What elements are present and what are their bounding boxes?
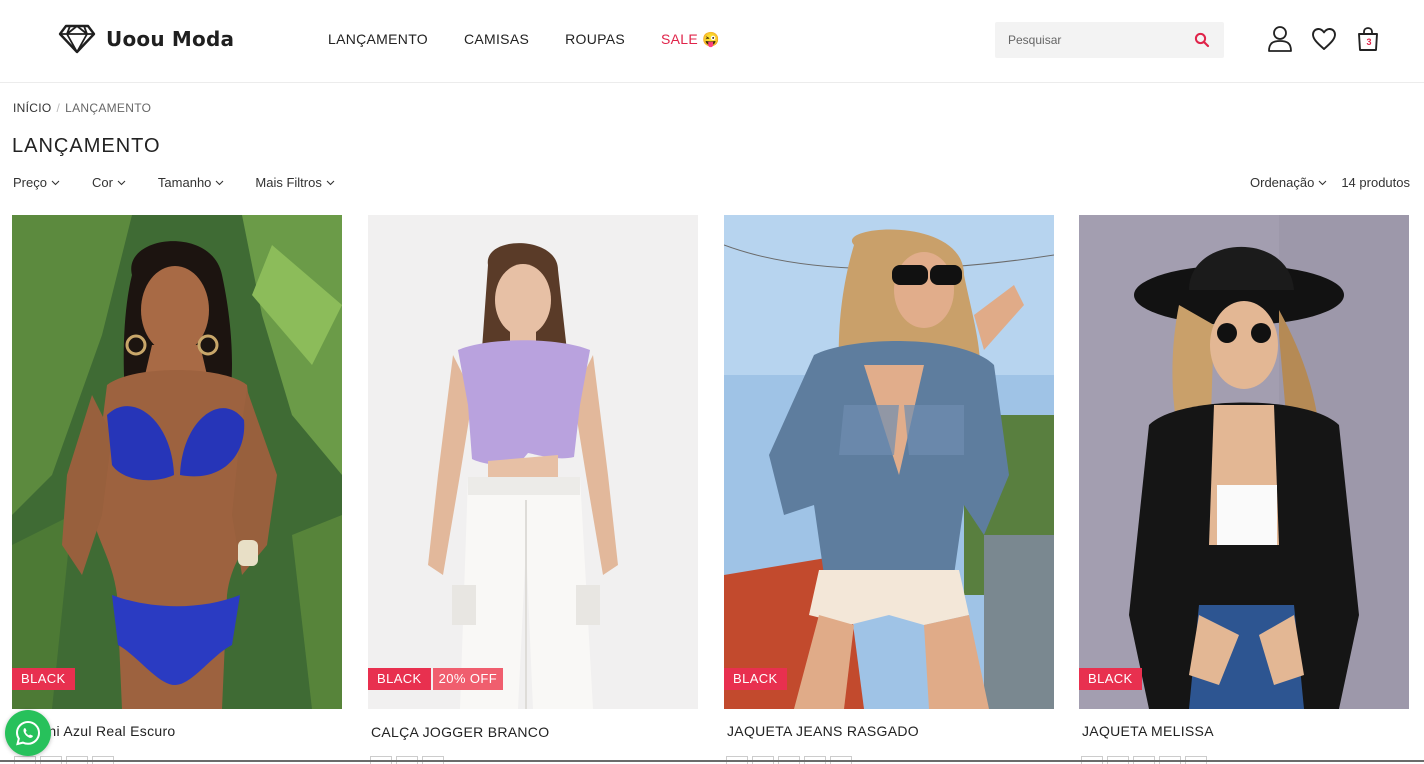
whatsapp-button[interactable]	[5, 710, 51, 756]
product-photo-denim-jacket	[724, 215, 1054, 709]
search-icon[interactable]	[1194, 32, 1210, 48]
filter-bar: Preço Cor Tamanho Mais Filtros	[13, 175, 335, 190]
site-header: Uoou Moda LANÇAMENTO CAMISAS ROUPAS SALE…	[0, 0, 1424, 83]
product-image[interactable]	[12, 215, 342, 709]
cart-button[interactable]: 3	[1354, 25, 1382, 53]
nav-item-sale[interactable]: SALE 😜	[661, 31, 720, 48]
brand-logo[interactable]: Uoou Moda	[58, 24, 234, 54]
header-icons: 3	[1266, 25, 1382, 53]
diamond-icon	[58, 24, 96, 54]
product-image[interactable]	[724, 215, 1054, 709]
chevron-down-icon	[326, 180, 335, 186]
breadcrumb-home[interactable]: INÍCIO	[13, 101, 51, 115]
main-nav: LANÇAMENTO CAMISAS ROUPAS SALE 😜	[328, 31, 720, 48]
chevron-down-icon	[1318, 180, 1327, 186]
product-photo-jogger	[368, 215, 698, 709]
filter-label: Cor	[91, 175, 113, 190]
filter-more[interactable]: Mais Filtros	[255, 175, 335, 190]
product-count: 14 produtos	[1341, 175, 1410, 190]
wishlist-button[interactable]	[1310, 25, 1338, 53]
search-input[interactable]	[995, 22, 1185, 58]
badge-group: BLACK	[724, 668, 787, 690]
product-name[interactable]: JAQUETA MELISSA	[1082, 723, 1214, 739]
product-name[interactable]: CALÇA JOGGER BRANCO	[371, 724, 549, 740]
user-icon	[1268, 26, 1292, 52]
heart-icon	[1312, 28, 1336, 50]
chevron-down-icon	[216, 180, 224, 186]
filter-label: Preço	[13, 175, 47, 190]
product-photo-black-jacket	[1079, 215, 1409, 709]
nav-item-lancamento[interactable]: LANÇAMENTO	[328, 31, 428, 48]
page-title: LANÇAMENTO	[12, 135, 161, 157]
filter-label: Tamanho	[157, 175, 212, 190]
filter-price[interactable]: Preço	[13, 175, 60, 190]
black-friday-badge: BLACK	[12, 668, 75, 690]
breadcrumb: INÍCIO / LANÇAMENTO	[13, 101, 151, 115]
filter-size[interactable]: Tamanho	[158, 175, 224, 190]
sort-label: Ordenação	[1250, 175, 1315, 190]
badge-group: BLACK 20% OFF	[368, 668, 504, 690]
chevron-down-icon	[51, 180, 60, 186]
sort-bar: Ordenação 14 produtos	[1250, 175, 1410, 190]
badge-group: BLACK	[12, 668, 75, 690]
brand-name: Uoou Moda	[106, 27, 235, 51]
search-box	[995, 22, 1224, 58]
breadcrumb-current: LANÇAMENTO	[65, 101, 152, 115]
nav-item-roupas[interactable]: ROUPAS	[565, 31, 625, 48]
product-image[interactable]	[368, 215, 698, 709]
product-image[interactable]	[1079, 215, 1409, 709]
product-name[interactable]: JAQUETA JEANS RASGADO	[727, 723, 919, 739]
product-grid: BLACK Biquíni Azul Real Escuro BLACK 20%…	[12, 215, 1410, 764]
sort-dropdown[interactable]: Ordenação	[1250, 175, 1327, 190]
nav-item-camisas[interactable]: CAMISAS	[464, 31, 529, 48]
filter-color[interactable]: Cor	[92, 175, 126, 190]
black-friday-badge: BLACK	[368, 668, 431, 690]
black-friday-badge: BLACK	[724, 668, 787, 690]
account-button[interactable]	[1266, 25, 1294, 53]
product-photo-bikini	[12, 215, 342, 709]
cart-count-badge: 3	[1366, 37, 1372, 47]
badge-group: BLACK	[1079, 668, 1142, 690]
discount-badge: 20% OFF	[432, 668, 504, 690]
breadcrumb-separator: /	[56, 101, 61, 115]
chevron-down-icon	[117, 180, 126, 186]
black-friday-badge: BLACK	[1079, 668, 1142, 690]
whatsapp-icon	[15, 720, 41, 746]
filter-label: Mais Filtros	[255, 175, 322, 190]
